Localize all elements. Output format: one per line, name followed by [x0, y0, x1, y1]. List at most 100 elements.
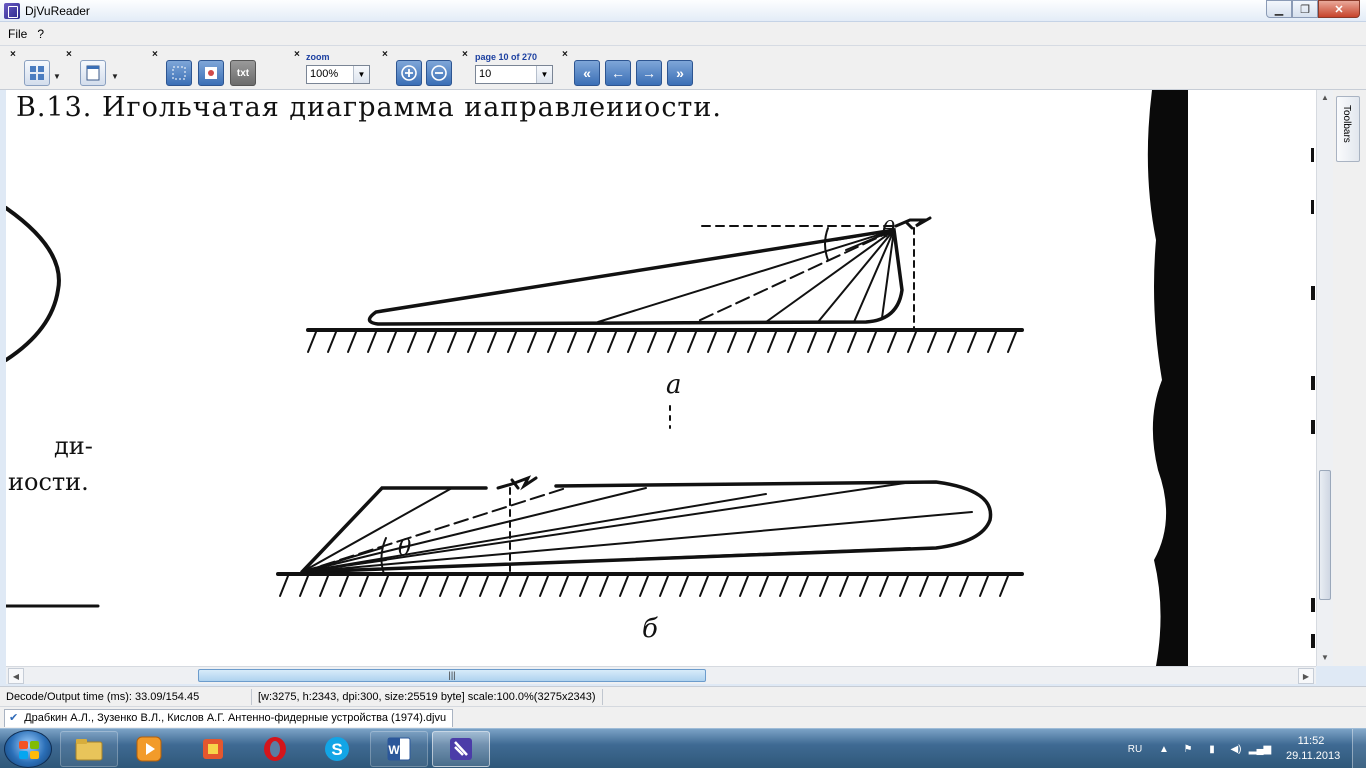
antenna-diagram: [6, 90, 1315, 666]
toolbar-group-zoom: × zoom 100% ▼: [294, 50, 378, 86]
check-icon: ✔: [9, 712, 19, 724]
close-group-icon[interactable]: ×: [382, 50, 388, 60]
close-button[interactable]: ✕: [1318, 0, 1360, 18]
zoom-out-button[interactable]: [426, 60, 452, 86]
toolbar-group-zoom-buttons: ×: [382, 50, 456, 86]
taskbar: S W RU ▲ ⚑ ▮ ◀) ▂▄▆ 11:52 29.11.2013: [0, 728, 1366, 768]
chevron-down-icon[interactable]: ▼: [353, 66, 369, 83]
toolbar-group-page: × page 10 of 270 10 ▼: [462, 50, 560, 86]
volume-icon[interactable]: ◀): [1228, 741, 1244, 757]
select-region-button[interactable]: [166, 60, 192, 86]
djvureader-icon: [450, 738, 472, 760]
next-page-button[interactable]: →: [636, 60, 662, 86]
toolbar-group-navigation: × « ← → »: [562, 50, 702, 86]
previous-page-button[interactable]: ←: [605, 60, 631, 86]
single-page-button[interactable]: [80, 60, 106, 86]
taskbar-network-app[interactable]: [184, 731, 242, 767]
horizontal-scroll-thumb[interactable]: |||: [198, 669, 706, 682]
toolbar-group-tools: × txt: [152, 50, 260, 86]
scroll-up-icon[interactable]: ▲: [1317, 90, 1333, 106]
zoom-select[interactable]: 100% ▼: [306, 65, 370, 84]
taskbar-explorer[interactable]: [60, 731, 118, 767]
maximize-button[interactable]: ❐: [1292, 0, 1318, 18]
page-label: page 10 of 270: [475, 52, 538, 62]
zoom-value: 100%: [310, 68, 339, 80]
toolbar-group-view: × ▼: [66, 50, 122, 86]
media-player-icon: [136, 736, 162, 762]
close-group-icon[interactable]: ×: [562, 50, 568, 60]
page-layout-button[interactable]: [24, 60, 50, 86]
taskbar-skype[interactable]: S: [308, 731, 366, 767]
word-icon: W: [387, 737, 411, 761]
scroll-right-icon[interactable]: ▶: [1298, 668, 1314, 684]
start-button[interactable]: [4, 730, 52, 768]
ground-hatching-b: [279, 575, 1009, 597]
menu-file[interactable]: File: [8, 27, 27, 41]
document-tab-filename: Драбкин А.Л., Зузенко В.Л., Кислов А.Г. …: [24, 712, 447, 724]
scroll-left-icon[interactable]: ◀: [8, 668, 24, 684]
ground-hatching-a: [307, 331, 1017, 353]
taskbar-media-player[interactable]: [120, 731, 178, 767]
decode-time-status: Decode/Output time (ms): 33.09/154.45: [0, 688, 252, 705]
layout-dropdown-icon[interactable]: ▼: [53, 72, 61, 81]
toolbar: × ▼ × ▼ × txt × zoom 100% ▼ × × page 10 …: [0, 46, 1366, 90]
angle-arc-a: [824, 227, 829, 261]
figure-label-a: а: [666, 370, 682, 400]
text-mode-button[interactable]: txt: [230, 60, 256, 86]
airplane-icon: [496, 475, 538, 491]
angle-label-a: θ: [882, 218, 896, 243]
close-group-icon[interactable]: ×: [10, 50, 16, 60]
taskbar-opera[interactable]: [246, 731, 304, 767]
minimize-button[interactable]: ▁: [1266, 0, 1292, 18]
svg-text:W: W: [388, 743, 400, 757]
vertical-scroll-thumb[interactable]: [1319, 470, 1331, 600]
windows-logo-icon: [19, 741, 39, 759]
zoom-in-button[interactable]: [396, 60, 422, 86]
svg-text:S: S: [331, 740, 342, 759]
zoom-in-icon: [401, 65, 417, 81]
language-indicator[interactable]: RU: [1122, 741, 1148, 757]
opera-icon: [264, 737, 286, 761]
vertical-scrollbar[interactable]: ▲ ▼: [1316, 90, 1333, 666]
first-page-button[interactable]: «: [574, 60, 600, 86]
document-view[interactable]: В.13. Игольчатая диаграмма иаправлеииост…: [6, 90, 1316, 666]
scroll-down-icon[interactable]: ▼: [1317, 650, 1333, 666]
chevron-down-icon[interactable]: ▼: [536, 66, 552, 83]
show-desktop-button[interactable]: [1352, 729, 1366, 768]
toolbars-tab[interactable]: Toolbars: [1336, 96, 1360, 162]
close-group-icon[interactable]: ×: [66, 50, 72, 60]
close-group-icon[interactable]: ×: [152, 50, 158, 60]
usb-device-icon[interactable]: ▮: [1204, 741, 1220, 757]
image-icon: [205, 67, 217, 79]
page-select[interactable]: 10 ▼: [475, 65, 553, 84]
figure-label-b: б: [642, 614, 658, 644]
scan-shadow-band: [1147, 90, 1188, 666]
network-signal-icon[interactable]: ▂▄▆: [1249, 741, 1271, 757]
taskbar-word[interactable]: W: [370, 731, 428, 767]
double-arrow-right-icon: »: [676, 65, 684, 81]
last-page-button[interactable]: »: [667, 60, 693, 86]
clock-date: 29.11.2013: [1286, 750, 1341, 762]
horizontal-scrollbar[interactable]: ◀ ||| ▶: [6, 666, 1316, 684]
status-bar: Decode/Output time (ms): 33.09/154.45 [w…: [0, 686, 1366, 706]
view-dropdown-icon[interactable]: ▼: [111, 72, 119, 81]
select-image-button[interactable]: [198, 60, 224, 86]
zoom-out-icon: [431, 65, 447, 81]
side-panel: Toolbars: [1333, 90, 1366, 666]
action-center-flag-icon[interactable]: ⚑: [1180, 741, 1196, 757]
page-edge-marks: [1311, 148, 1315, 648]
close-group-icon[interactable]: ×: [462, 50, 468, 60]
clock-time: 11:52: [1297, 735, 1325, 747]
window-controls: ▁ ❐ ✕: [1266, 0, 1360, 18]
arrow-right-icon: →: [642, 65, 656, 81]
menu-help[interactable]: ?: [37, 27, 44, 41]
page-layout-icon: [30, 66, 44, 80]
djvureader-app-icon: [4, 2, 20, 19]
system-clock[interactable]: 11:52 29.11.2013: [1286, 734, 1341, 764]
document-tab[interactable]: ✔ Драбкин А.Л., Зузенко В.Л., Кислов А.Г…: [4, 709, 454, 727]
close-group-icon[interactable]: ×: [294, 50, 300, 60]
zoom-label: zoom: [306, 52, 330, 62]
tray-expand-icon[interactable]: ▲: [1156, 741, 1172, 757]
network-app-icon: [203, 739, 223, 759]
taskbar-djvureader[interactable]: [432, 731, 490, 767]
